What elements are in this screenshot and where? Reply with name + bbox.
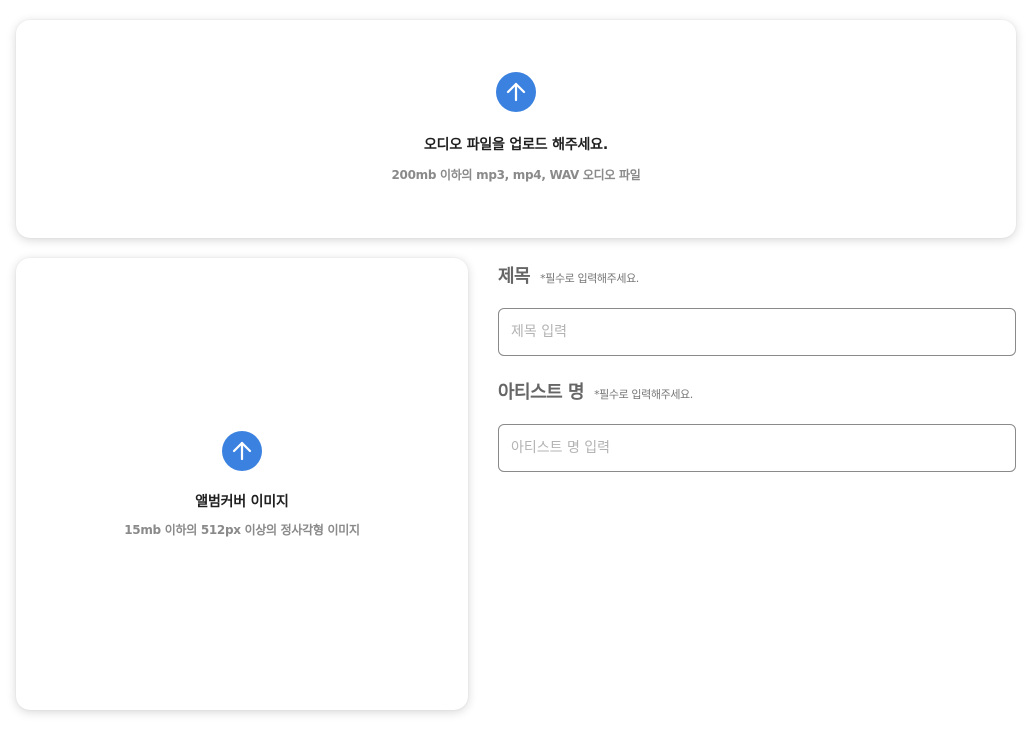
artist-name-input[interactable] <box>498 424 1016 472</box>
artist-label: 아티스트 명 <box>498 382 585 403</box>
title-required-note: *필수로 입력해주세요. <box>540 272 639 285</box>
album-cover-upload-title: 앨범커버 이미지 <box>195 493 289 510</box>
artist-label-row: 아티스트 명 *필수로 입력해주세요. <box>498 378 1016 404</box>
audio-upload-subtitle: 200mb 이하의 mp3, mp4, WAV 오디오 파일 <box>391 167 641 182</box>
title-input[interactable] <box>498 308 1016 356</box>
title-label-row: 제목 *필수로 입력해주세요. <box>498 262 1016 288</box>
artist-required-note: *필수로 입력해주세요. <box>594 388 693 401</box>
audio-upload-dropzone[interactable]: 오디오 파일을 업로드 해주세요. 200mb 이하의 mp3, mp4, WA… <box>16 20 1016 238</box>
track-info-form: 제목 *필수로 입력해주세요. 아티스트 명 *필수로 입력해주세요. <box>498 262 1016 472</box>
album-cover-upload-subtitle: 15mb 이하의 512px 이상의 정사각형 이미지 <box>124 522 360 537</box>
album-cover-upload-dropzone[interactable]: 앨범커버 이미지 15mb 이하의 512px 이상의 정사각형 이미지 <box>16 258 468 710</box>
arrow-up-circle-icon <box>222 430 262 471</box>
arrow-up-circle-icon <box>496 71 536 112</box>
audio-upload-title: 오디오 파일을 업로드 해주세요. <box>424 136 608 153</box>
title-label: 제목 <box>498 266 531 287</box>
